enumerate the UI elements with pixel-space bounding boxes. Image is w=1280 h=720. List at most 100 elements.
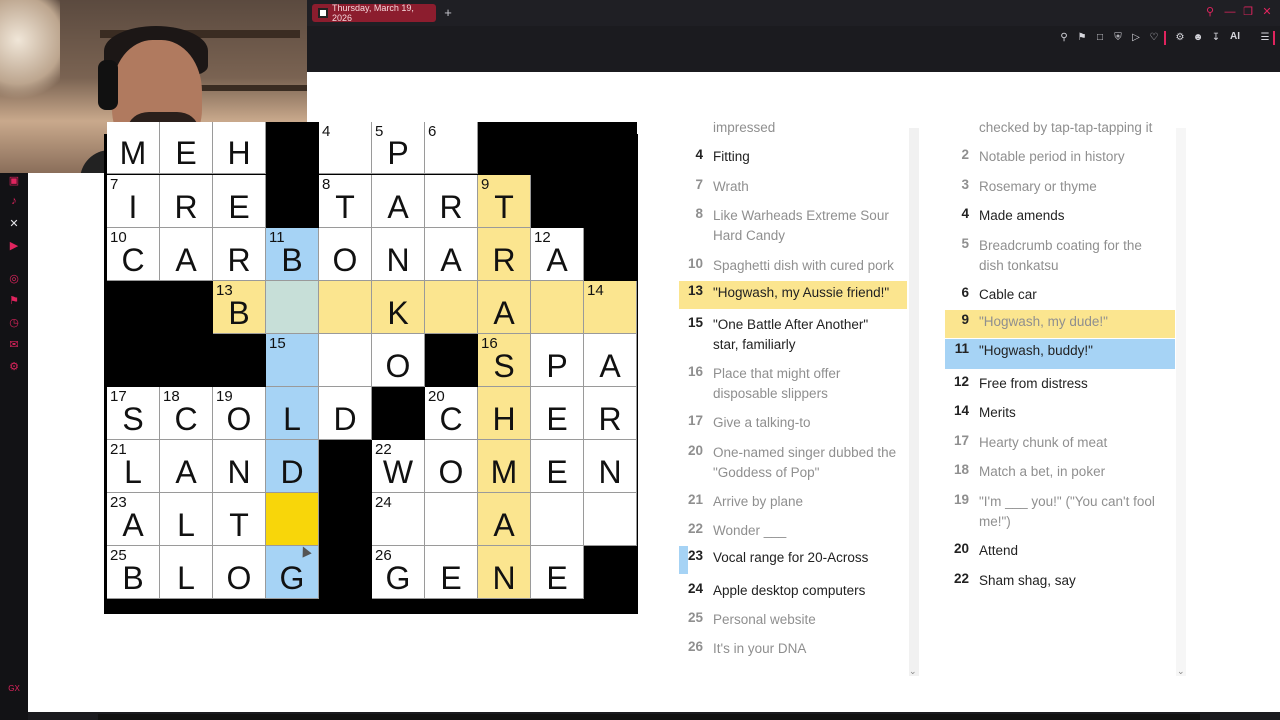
grid-cell[interactable]: A	[478, 281, 531, 334]
menu-icon[interactable]: ☰	[1258, 31, 1272, 45]
across-clue[interactable]: 17 Give a talking-to	[679, 411, 907, 435]
grid-cell[interactable]: 9T	[478, 175, 531, 228]
grid-cell[interactable]	[266, 281, 319, 334]
grid-cell[interactable]: N	[372, 228, 425, 281]
down-clue[interactable]: 22 Sham shag, say	[945, 569, 1175, 593]
grid-cell[interactable]	[319, 334, 372, 387]
youtube-icon[interactable]: ▶	[6, 237, 22, 253]
grid-cell[interactable]: R	[584, 387, 637, 440]
tiktok-icon[interactable]: ♪	[6, 193, 22, 209]
download-icon[interactable]: ↧	[1209, 31, 1223, 45]
new-tab-button[interactable]: +	[441, 4, 455, 22]
grid-cell[interactable]: D	[266, 440, 319, 493]
grid-cell[interactable]: 26 G	[372, 546, 425, 599]
grid-cell[interactable]: A	[425, 228, 478, 281]
tab-crossword[interactable]: Thursday, March 19, 2026	[312, 3, 436, 23]
across-clue[interactable]: 24 Apple desktop computers	[679, 579, 907, 603]
search-icon[interactable]: ⚲	[1202, 4, 1218, 20]
grid-cell[interactable]	[584, 493, 637, 546]
grid-cell[interactable]: E	[531, 387, 584, 440]
grid-cell[interactable]: L	[160, 546, 213, 599]
down-clue[interactable]: 14 Merits	[945, 401, 1175, 425]
instagram-icon[interactable]: ▣	[6, 172, 22, 188]
down-clue[interactable]: 20 Attend	[945, 539, 1175, 563]
grid-cell[interactable]: G	[266, 546, 319, 599]
grid-cell[interactable]: 23 A	[107, 493, 160, 546]
scroll-down-icon[interactable]: ⌄	[909, 666, 917, 677]
across-clue[interactable]: 15 "One Battle After Another" star, famil…	[679, 313, 907, 357]
grid-cell[interactable]: O	[213, 546, 266, 599]
shield-icon[interactable]: ⛨	[1111, 31, 1125, 45]
grid-cell[interactable]: A	[372, 175, 425, 228]
grid-cell[interactable]: A	[160, 440, 213, 493]
grid-cell[interactable]: 8T	[319, 175, 372, 228]
grid-cell[interactable]: O	[425, 440, 478, 493]
grid-cell[interactable]: O	[319, 228, 372, 281]
grid-cell[interactable]	[266, 493, 319, 546]
grid-cell[interactable]	[425, 281, 478, 334]
extensions-icon[interactable]: ⚙	[1173, 31, 1187, 45]
snapshot-icon[interactable]: □	[1093, 31, 1107, 45]
across-clue[interactable]: 20 One-named singer dubbed the "Goddess o…	[679, 441, 907, 485]
grid-cell[interactable]: D	[319, 387, 372, 440]
grid-cell[interactable]: E	[213, 175, 266, 228]
zoom-icon[interactable]: ⚲	[1057, 31, 1071, 45]
grid-cell[interactable]: 14	[584, 281, 637, 334]
down-clue[interactable]: 6 Cable car	[945, 283, 1175, 307]
grid-cell[interactable]: R	[478, 228, 531, 281]
grid-cell[interactable]	[531, 493, 584, 546]
grid-cell[interactable]: 22 W	[372, 440, 425, 493]
x-icon[interactable]: ✕	[6, 215, 22, 231]
grid-cell[interactable]: T	[213, 493, 266, 546]
grid-cell[interactable]: 24	[372, 493, 425, 546]
across-clue[interactable]: 8 Like Warheads Extreme Sour Hard Candy	[679, 204, 907, 248]
grid-cell[interactable]: N	[584, 440, 637, 493]
grid-cell[interactable]: 4	[319, 122, 372, 174]
across-clue[interactable]: 21 Arrive by plane	[679, 490, 907, 514]
grid-cell[interactable]: E	[425, 546, 478, 599]
grid-cell[interactable]: E	[531, 440, 584, 493]
grid-cell[interactable]: 5P	[372, 122, 425, 174]
down-clue[interactable]: 19 "I'm ___ you!" ("You can't fool me!")	[945, 490, 1175, 534]
grid-cell[interactable]: M	[107, 122, 160, 174]
down-clue[interactable]: 9 "Hogwash, my dude!"	[945, 310, 1175, 338]
down-clue[interactable]: 11 "Hogwash, buddy!"	[945, 339, 1175, 369]
across-clue[interactable]: 13 "Hogwash, my Aussie friend!"	[679, 281, 907, 309]
down-clue[interactable]: 18 Match a bet, in poker	[945, 460, 1175, 484]
across-clue[interactable]: 4 Fitting	[679, 145, 907, 169]
settings-icon[interactable]: ⚙	[6, 358, 22, 374]
grid-cell[interactable]: 7I	[107, 175, 160, 228]
grid-cell[interactable]: 21 L	[107, 440, 160, 493]
grid-cell[interactable]: K	[372, 281, 425, 334]
chat-icon[interactable]: ✉	[6, 336, 22, 352]
down-clue[interactable]: 12 Free from distress	[945, 372, 1175, 396]
grid-cell[interactable]: 13 B	[213, 281, 266, 334]
across-scrollbar[interactable]	[909, 128, 919, 676]
grid-cell[interactable]: R	[213, 228, 266, 281]
grid-cell[interactable]: H	[213, 122, 266, 174]
across-clue[interactable]: 26 It's in your DNA	[679, 637, 907, 661]
grid-cell[interactable]: R	[160, 175, 213, 228]
down-clue[interactable]: 3 Rosemary or thyme	[945, 175, 1175, 199]
grid-cell[interactable]	[531, 281, 584, 334]
grid-cell[interactable]: R	[425, 175, 478, 228]
grid-cell[interactable]: L	[266, 387, 319, 440]
grid-cell[interactable]	[319, 281, 372, 334]
grid-cell[interactable]: 15	[266, 334, 319, 387]
grid-cell[interactable]: 17 S	[107, 387, 160, 440]
play-icon[interactable]: ▷	[1129, 31, 1143, 45]
across-clue[interactable]: 23 Vocal range for 20-Across	[679, 546, 907, 574]
across-clue[interactable]: impressed	[679, 116, 907, 138]
grid-cell[interactable]: 10 C	[107, 228, 160, 281]
across-clue[interactable]: 10 Spaghetti dish with cured pork	[679, 254, 907, 278]
minimize-icon[interactable]: —	[1222, 4, 1238, 20]
down-clue[interactable]: 5 Breadcrumb coating for the dish tonkats…	[945, 234, 1175, 278]
grid-cell[interactable]: O	[372, 334, 425, 387]
bookmark-icon[interactable]: ⚑	[1075, 31, 1089, 45]
down-clue[interactable]: 2 Notable period in history	[945, 145, 1175, 169]
grid-cell[interactable]: 16 S	[478, 334, 531, 387]
grid-cell[interactable]: 19 O	[213, 387, 266, 440]
grid-cell[interactable]: A	[478, 493, 531, 546]
grid-cell[interactable]: M	[478, 440, 531, 493]
grid-cell[interactable]	[425, 493, 478, 546]
